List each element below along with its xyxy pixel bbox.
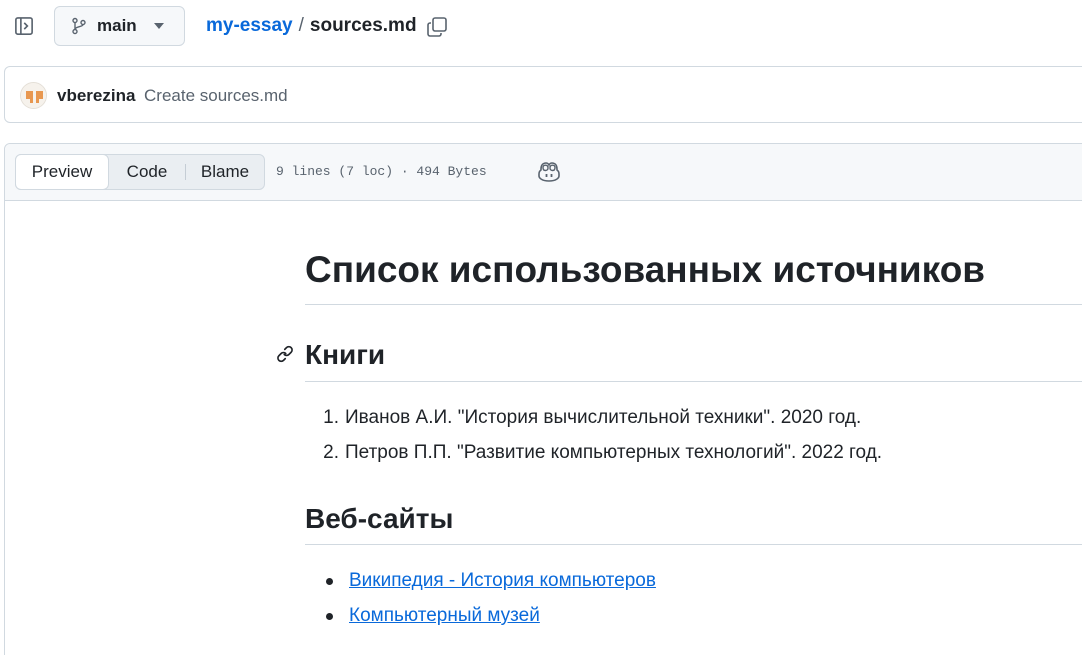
- tab-code[interactable]: Code: [109, 155, 185, 189]
- avatar-image: [21, 83, 46, 108]
- bullet: [326, 613, 333, 620]
- list-number: 1.: [323, 407, 339, 428]
- title-divider: [305, 304, 1082, 305]
- sidebar-toggle-button[interactable]: [12, 14, 36, 38]
- list-number: 2.: [323, 442, 339, 463]
- copilot-icon: [538, 162, 560, 182]
- list-item-text: Петров П.П. "Развитие компьютерных техно…: [345, 442, 883, 463]
- breadcrumb-file-name: sources.md: [309, 15, 417, 36]
- list-item: 1. Иванов А.И. "История вычислительной те…: [305, 407, 882, 442]
- avatar[interactable]: [20, 82, 47, 109]
- breadcrumb-repo-link[interactable]: my-essay: [206, 15, 293, 37]
- top-bar: main my-essay / sources.md: [0, 0, 1082, 56]
- list-item: Компьютерный музей: [305, 605, 656, 640]
- tab-preview[interactable]: Preview: [15, 154, 109, 190]
- chevron-down-icon: [154, 23, 164, 29]
- breadcrumb-separator: /: [298, 15, 304, 36]
- bullet: [326, 578, 333, 585]
- branch-name: main: [97, 16, 137, 35]
- view-mode-segmented-control: Preview Code Blame: [15, 154, 265, 190]
- sidebar-toggle-icon: [15, 17, 33, 35]
- list-item: 2. Петров П.П. "Развитие компьютерных тех…: [305, 442, 882, 477]
- link-icon: [277, 345, 293, 363]
- books-list: 1. Иванов А.И. "История вычислительной те…: [305, 407, 882, 477]
- branch-selector-button[interactable]: main: [54, 6, 185, 46]
- latest-commit-box: vberezina Create sources.md: [4, 66, 1082, 123]
- websites-list: Википедия - История компьютеров Компьюте…: [305, 570, 656, 640]
- books-divider: [305, 381, 1082, 382]
- link-computer-museum[interactable]: Компьютерный музей: [349, 605, 540, 627]
- copy-icon: [427, 17, 447, 37]
- copilot-button[interactable]: [537, 161, 561, 183]
- commit-message-link[interactable]: Create sources.md: [144, 86, 288, 106]
- section-heading-books: Книги: [305, 339, 386, 370]
- link-wikipedia[interactable]: Википедия - История компьютеров: [349, 570, 656, 592]
- list-item-text: Иванов А.И. "История вычислительной техн…: [345, 407, 862, 428]
- file-header: Preview Code Blame 9 lines (7 loc) · 494…: [5, 144, 1082, 201]
- websites-divider: [305, 544, 1082, 545]
- markdown-title: Список использованных источников: [305, 249, 986, 290]
- breadcrumb: my-essay / sources.md: [206, 15, 417, 37]
- section-heading-websites: Веб-сайты: [305, 503, 454, 534]
- commit-author-link[interactable]: vberezina: [57, 86, 135, 106]
- file-viewer: Preview Code Blame 9 lines (7 loc) · 494…: [4, 143, 1082, 655]
- heading-anchor-link[interactable]: [275, 344, 295, 364]
- file-stats: 9 lines (7 loc) · 494 Bytes: [276, 164, 487, 179]
- copy-path-button[interactable]: [426, 16, 448, 38]
- list-item: Википедия - История компьютеров: [305, 570, 656, 605]
- tab-blame[interactable]: Blame: [186, 155, 264, 189]
- git-branch-icon: [72, 17, 86, 35]
